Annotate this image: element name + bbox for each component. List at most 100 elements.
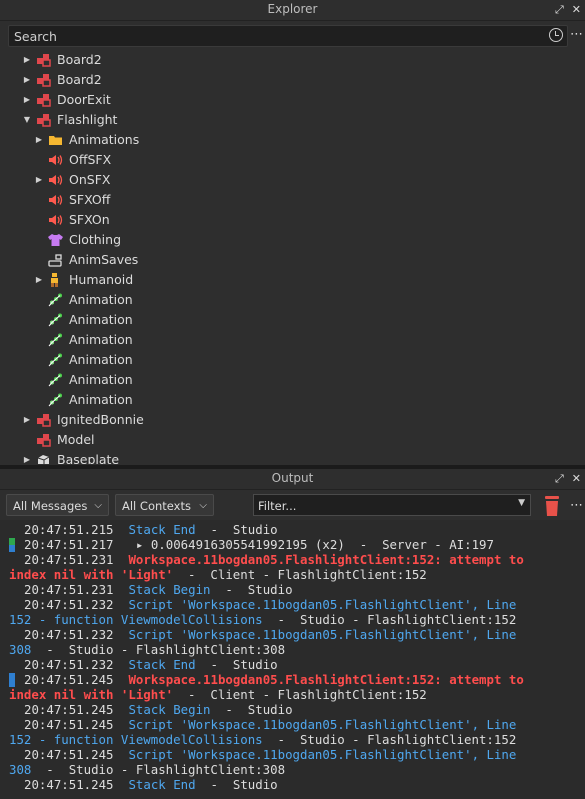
tree-item-label: Animation — [69, 312, 133, 327]
undock-icon[interactable]: ⤢ — [555, 3, 564, 17]
output-line: 20:47:51.231 Stack Begin - Studio — [24, 582, 293, 597]
contexts-dropdown[interactable]: All Contexts ⌵ — [115, 494, 214, 516]
tree-item[interactable]: ▶ Animations — [0, 130, 585, 150]
output-segment: - Client - FlashlightClient:152 — [173, 567, 427, 582]
output-segment: Stack End — [128, 522, 196, 537]
output-segment: 152 - function ViewmodelCollisions — [9, 732, 263, 747]
output-segment: - Studio — [210, 702, 293, 717]
search-input[interactable] — [9, 26, 534, 47]
tree-item[interactable]: Animation — [0, 310, 585, 330]
expand-arrow-right-icon[interactable]: ▶ — [34, 130, 44, 150]
undock-icon[interactable]: ⤢ — [555, 472, 564, 486]
output-console[interactable]: 20:47:51.215 Stack End - Studio 20:47:51.… — [0, 520, 585, 799]
more-options-icon[interactable]: ⋯ — [570, 498, 583, 513]
output-line: index nil with 'Light' - Client - Flashl… — [9, 567, 427, 582]
tree-item[interactable]: Animation — [0, 330, 585, 350]
sound-icon — [48, 173, 63, 187]
tree-item[interactable]: SFXOn — [0, 210, 585, 230]
history-icon[interactable] — [549, 28, 563, 42]
server-context-marker — [9, 538, 15, 552]
chevron-down-icon: ⌵ — [94, 500, 102, 511]
expand-arrow-down-icon[interactable]: ▼ — [22, 110, 32, 130]
output-segment: 20:47:51.215 — [24, 522, 129, 537]
tree-item-label: AnimSaves — [69, 252, 139, 267]
output-segment: index nil with 'Light' — [9, 567, 174, 582]
output-line: 20:47:51.232 Stack End - Studio — [24, 657, 278, 672]
tree-item[interactable]: Animation — [0, 370, 585, 390]
close-icon[interactable]: ✕ — [572, 3, 581, 17]
tree-item[interactable]: ▶ IgnitedBonnie — [0, 410, 585, 430]
tree-item[interactable]: OffSFX — [0, 150, 585, 170]
tree-item[interactable]: Clothing — [0, 230, 585, 250]
tree-item-label: Animations — [69, 132, 140, 147]
output-segment: 20:47:51.245 — [24, 717, 129, 732]
output-segment: - Studio — [210, 582, 293, 597]
output-segment: index nil with 'Light' — [9, 687, 174, 702]
expand-arrow-right-icon[interactable]: ▶ — [34, 170, 44, 190]
output-segment: 20:47:51.245 — [24, 672, 129, 687]
sound-icon — [48, 213, 63, 227]
output-filter-bar: All Messages ⌵ All Contexts ⌵ ▼ ⋯ — [0, 490, 585, 520]
output-segment: 20:47:51.232 — [24, 627, 129, 642]
output-segment: - Client - FlashlightClient:152 — [173, 687, 427, 702]
expand-arrow-right-icon[interactable]: ▶ — [22, 90, 32, 110]
output-segment: Stack Begin — [128, 582, 211, 597]
output-segment: 20:47:51.232 — [24, 597, 129, 612]
tree-item[interactable]: ▶ OnSFX — [0, 170, 585, 190]
tree-item[interactable]: Animation — [0, 350, 585, 370]
output-segment: - Studio - FlashlightClient:152 — [262, 732, 517, 747]
output-segment: Script 'Workspace.11bogdan05.FlashlightC… — [128, 747, 517, 762]
expand-arrow-right-icon[interactable]: ▶ — [22, 50, 32, 70]
folder-icon — [48, 133, 63, 147]
animation-icon — [48, 373, 63, 387]
output-segment: Stack Begin — [128, 702, 211, 717]
explorer-tree: ▶ Board2 ▶ Board2 ▶ DoorExit ▼ Flashlight ▶ Anima… — [0, 50, 585, 464]
output-segment: - Studio - FlashlightClient:152 — [262, 612, 517, 627]
explorer-title: Explorer — [267, 2, 318, 16]
output-segment: 152 - function ViewmodelCollisions — [9, 612, 263, 627]
messages-dropdown-label: All Messages — [13, 499, 88, 513]
tree-item[interactable]: SFXOff — [0, 190, 585, 210]
output-segment: ▸ 0.00649163055419921​95 (x2) — [135, 537, 345, 552]
output-line: 152 - function ViewmodelCollisions - Stu… — [9, 732, 516, 747]
explorer-search[interactable] — [8, 25, 568, 47]
tree-item[interactable]: Model — [0, 430, 585, 450]
filter-input[interactable] — [254, 495, 510, 517]
trash-icon[interactable] — [542, 495, 562, 517]
expand-arrow-right-icon[interactable]: ▶ — [34, 270, 44, 290]
output-line: 20:47:51.245 Stack Begin - Studio — [24, 702, 293, 717]
tree-item-label: Animation — [69, 292, 133, 307]
filter-field[interactable]: ▼ — [253, 494, 531, 517]
tree-item-label: Animation — [69, 332, 133, 347]
output-segment: Script 'Workspace.11bogdan05.FlashlightC… — [128, 627, 517, 642]
caret-down-icon[interactable]: ▼ — [518, 498, 525, 508]
expand-arrow-right-icon[interactable]: ▶ — [22, 410, 32, 430]
tree-item-label: Board2 — [57, 72, 102, 87]
client-context-marker — [9, 673, 15, 687]
tree-item-label: SFXOff — [69, 192, 111, 207]
output-line: 20:47:51.232 Script 'Workspace.11bogdan0… — [24, 627, 516, 642]
animation-icon — [48, 313, 63, 327]
tree-item[interactable]: ▶ Baseplate — [0, 450, 585, 464]
tree-item[interactable]: Animation — [0, 290, 585, 310]
model-icon — [36, 413, 51, 427]
close-icon[interactable]: ✕ — [572, 472, 581, 486]
tree-item[interactable]: ▶ Board2 — [0, 70, 585, 90]
messages-dropdown[interactable]: All Messages ⌵ — [6, 494, 109, 516]
tree-item[interactable]: Animation — [0, 390, 585, 410]
model-icon — [36, 433, 51, 447]
tree-item[interactable]: ▼ Flashlight — [0, 110, 585, 130]
tree-item[interactable]: ▶ Humanoid — [0, 270, 585, 290]
model-icon — [36, 113, 51, 127]
tree-item[interactable]: AnimSaves — [0, 250, 585, 270]
more-options-icon[interactable]: ⋯ — [570, 27, 583, 42]
sound-icon — [48, 193, 63, 207]
expand-arrow-right-icon[interactable]: ▶ — [22, 450, 32, 464]
output-line: 20:47:51.215 Stack End - Studio — [24, 522, 278, 537]
output-line: index nil with 'Light' - Client - Flashl… — [9, 687, 427, 702]
output-segment: 20:47:51.217 — [24, 537, 136, 552]
output-line: 152 - function ViewmodelCollisions - Stu… — [9, 612, 516, 627]
tree-item[interactable]: ▶ DoorExit — [0, 90, 585, 110]
tree-item[interactable]: ▶ Board2 — [0, 50, 585, 70]
expand-arrow-right-icon[interactable]: ▶ — [22, 70, 32, 90]
